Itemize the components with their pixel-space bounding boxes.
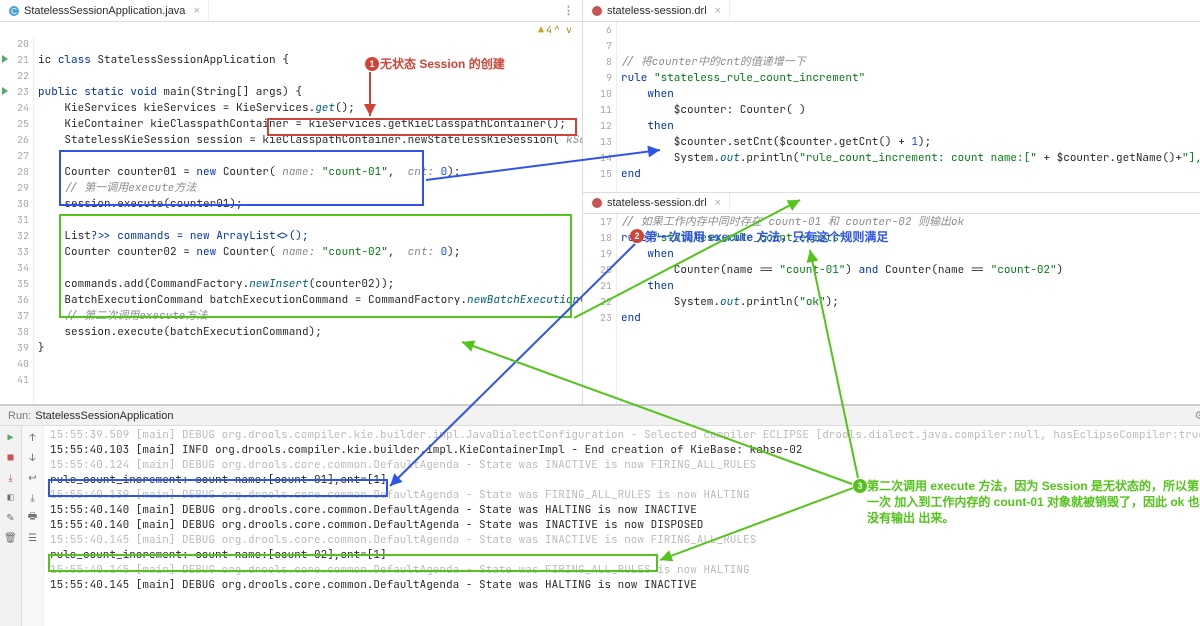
scroll-icon[interactable]: ⤓ <box>26 490 40 504</box>
tabs-left: C StatelessSessionApplication.java × ⋮ <box>0 0 582 22</box>
tab-label: stateless-session.drl <box>607 5 707 17</box>
tabs-right-bottom: stateless-session.drl × ⋮ <box>583 192 1200 214</box>
more-tabs-icon[interactable]: ⋮ <box>555 4 582 17</box>
close-icon[interactable]: × <box>189 5 199 17</box>
inspection-status: ▲4 ^ v <box>0 22 582 36</box>
tab-label: stateless-session.drl <box>607 197 707 209</box>
tab-label: StatelessSessionApplication.java <box>24 5 185 17</box>
code-r1[interactable]: // 将counter中的cnt的值递增一下rule "stateless_ru… <box>617 22 1200 192</box>
java-file-icon: C <box>8 5 20 17</box>
close-icon[interactable]: × <box>711 5 721 17</box>
up-icon[interactable]: ↑ <box>26 430 40 444</box>
run-label: Run: <box>8 410 31 422</box>
annotation-1: 无状态 Session 的创建 <box>380 55 505 72</box>
stop-icon[interactable]: ■ <box>4 450 18 464</box>
trash-icon[interactable]: 🗑 <box>4 530 18 544</box>
highlight-box-green-console <box>48 554 658 572</box>
highlight-box-green <box>59 214 572 318</box>
close-icon[interactable]: × <box>711 197 721 209</box>
right-editor-pane: stateless-session.drl × ⋮ 67891011121314… <box>583 0 1200 404</box>
run-toolbar-left2: ↑ ↓ ↩ ⤓ 🖶 ☰ <box>22 426 44 626</box>
gutter-left: 2021222324252627282930313233343536373839… <box>0 36 34 404</box>
run-toolbar-left: ▶ ■ ⤓ ◧ ✎ 🗑 <box>0 426 22 626</box>
filter-icon[interactable]: ☰ <box>26 530 40 544</box>
print-icon[interactable]: 🖶 <box>26 510 40 524</box>
console-output[interactable]: 15:55:39.509 [main] DEBUG org.drools.com… <box>44 426 1200 626</box>
tab-java-file[interactable]: C StatelessSessionApplication.java × <box>0 0 209 21</box>
gutter-r1: 6789101112131415 <box>583 22 617 192</box>
tab-drl-top[interactable]: stateless-session.drl × <box>583 0 730 21</box>
tabs-right-top: stateless-session.drl × ⋮ <box>583 0 1200 22</box>
tab-drl-bottom[interactable]: stateless-session.drl × <box>583 193 730 213</box>
down-icon[interactable]: ↓ <box>26 450 40 464</box>
run-header: Run: StatelessSessionApplication ⚙ — <box>0 406 1200 426</box>
badge-2: 2 <box>630 229 644 243</box>
drl-file-icon <box>591 5 603 17</box>
run-config-name[interactable]: StatelessSessionApplication <box>35 410 173 422</box>
annotation-2: 第一次调用 execute 方法，只有这个规则满足 <box>645 228 888 245</box>
softwrap-icon[interactable]: ↩ <box>26 470 40 484</box>
highlight-box-red <box>267 118 577 136</box>
exit-icon[interactable]: ⤓ <box>4 470 18 484</box>
drl-file-icon <box>591 197 603 209</box>
pin-icon[interactable]: ✎ <box>4 510 18 524</box>
badge-1: 1 <box>365 57 379 71</box>
gutter-r2: 17181920212223 <box>583 214 617 404</box>
annotation-3: 第二次调用 execute 方法，因为 Session 是无状态的，所以第一次 … <box>867 478 1200 526</box>
highlight-box-blue <box>59 150 424 206</box>
gear-icon[interactable]: ⚙ <box>1194 409 1200 422</box>
layout-icon[interactable]: ◧ <box>4 490 18 504</box>
svg-text:C: C <box>11 7 17 16</box>
rerun-icon[interactable]: ▶ <box>4 430 18 444</box>
highlight-box-blue-console <box>48 479 388 497</box>
badge-3: 3 <box>853 479 867 493</box>
